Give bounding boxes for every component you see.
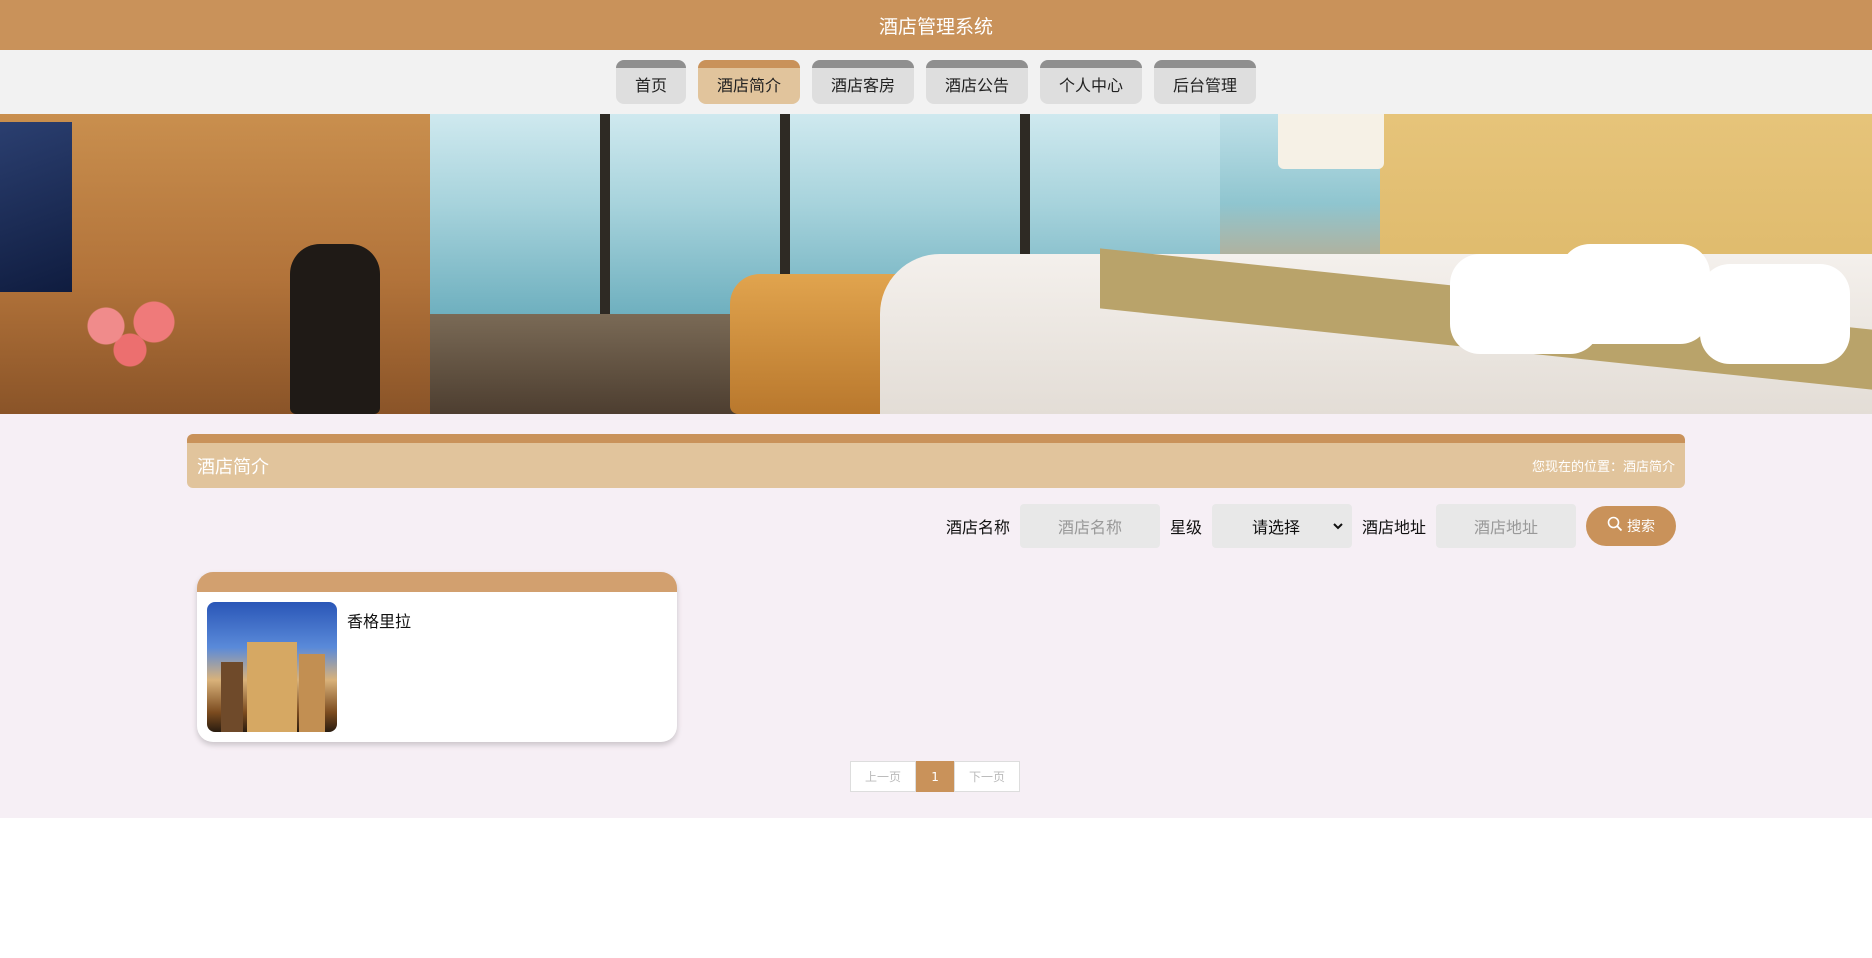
app-title: 酒店管理系统 — [878, 15, 993, 38]
banner-tv — [0, 122, 72, 292]
nav-tab-label: 酒店公告 — [945, 76, 1010, 95]
hotel-address-input[interactable]: 酒店地址 — [1436, 504, 1576, 548]
nav-tab-label: 酒店简介 — [716, 76, 781, 95]
next-page-button[interactable]: 下一页 — [954, 761, 1021, 792]
hotel-name[interactable]: 香格里拉 — [347, 608, 411, 632]
nav-tab-hotel-intro[interactable]: 酒店简介 — [697, 60, 800, 104]
banner-window-frame — [600, 114, 610, 334]
banner-pillow — [1700, 264, 1850, 364]
nav-tab-label: 后台管理 — [1173, 76, 1238, 95]
star-level-select[interactable]: 请选择 — [1211, 504, 1352, 548]
banner-pillow — [1560, 244, 1710, 344]
search-icon — [1607, 516, 1623, 536]
star-level-label: 星级 — [1169, 518, 1202, 537]
chevron-down-icon — [1332, 517, 1344, 536]
thumbnail-building — [299, 654, 325, 732]
hotel-address-label: 酒店地址 — [1361, 518, 1426, 537]
section-header: 酒店简介 您现在的位置：酒店简介 — [187, 434, 1685, 488]
banner-lamp — [1278, 114, 1384, 169]
hotel-name-label: 酒店名称 — [945, 518, 1010, 537]
nav-tab-personal-center[interactable]: 个人中心 — [1040, 60, 1143, 104]
search-button-label: 搜索 — [1627, 519, 1655, 535]
star-level-selected: 请选择 — [1251, 518, 1300, 537]
banner-flowers — [70, 294, 190, 374]
nav-tab-label: 个人中心 — [1059, 76, 1124, 95]
nav-tab-label: 酒店客房 — [830, 76, 895, 95]
banner-image — [0, 114, 1872, 414]
nav-tab-hotel-notices[interactable]: 酒店公告 — [926, 60, 1029, 104]
nav-tab-hotel-rooms[interactable]: 酒店客房 — [811, 60, 914, 104]
nav-tab-label: 首页 — [634, 76, 667, 95]
section-title: 酒店简介 — [197, 456, 269, 478]
breadcrumb: 您现在的位置：酒店简介 — [1532, 456, 1675, 475]
banner-office-chair — [290, 244, 380, 414]
pagination: 上一页 1 下一页 — [850, 761, 1021, 792]
app-header: 酒店管理系统 — [0, 0, 1872, 50]
thumbnail-building — [247, 642, 297, 732]
nav-tab-admin[interactable]: 后台管理 — [1154, 60, 1257, 104]
breadcrumb-current[interactable]: 酒店简介 — [1623, 460, 1675, 475]
nav-tab-home[interactable]: 首页 — [615, 60, 686, 104]
search-button[interactable]: 搜索 — [1586, 506, 1676, 546]
hotel-name-input[interactable]: 酒店名称 — [1019, 504, 1160, 548]
thumbnail-building — [221, 662, 243, 732]
main-nav: 首页 酒店简介 酒店客房 酒店公告 个人中心 后台管理 — [0, 50, 1872, 114]
search-bar: 酒店名称 酒店名称 星级 请选择 酒店地址 酒店地址 搜索 — [187, 504, 1685, 548]
current-page-button[interactable]: 1 — [916, 761, 955, 792]
breadcrumb-prefix: 您现在的位置： — [1531, 460, 1623, 475]
hotel-thumbnail[interactable] — [207, 602, 337, 732]
prev-page-button[interactable]: 上一页 — [850, 761, 917, 792]
hotel-card[interactable]: 香格里拉 — [197, 572, 677, 742]
